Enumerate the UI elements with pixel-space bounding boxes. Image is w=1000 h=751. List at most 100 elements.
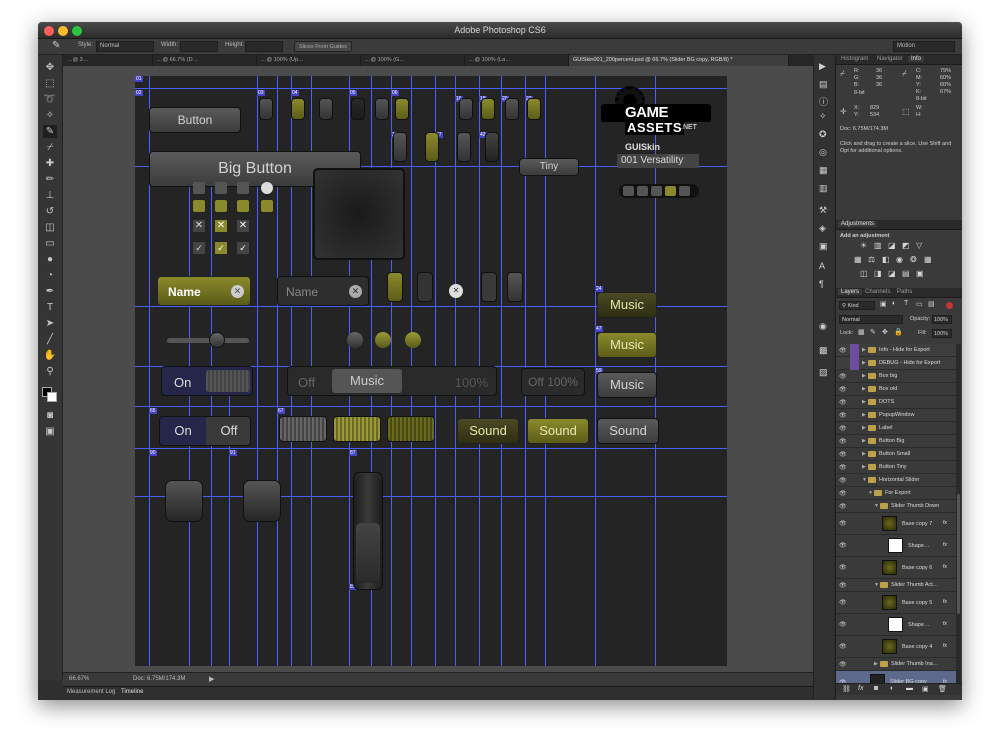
layer-row[interactable]: 👁 ▼ For Export (836, 487, 956, 500)
expand-arrow-icon[interactable]: ▶ (862, 438, 866, 444)
tab-document-4[interactable]: …@ 100% (G… (361, 55, 465, 66)
layer-row[interactable]: 👁 ▼ Slider Thumb Down (836, 500, 956, 513)
layer-row[interactable]: 👁 ▶ Button Big (836, 435, 956, 448)
new-adjustment-icon[interactable]: ◐ (890, 685, 894, 692)
visibility-eye-icon[interactable]: 👁 (839, 412, 847, 419)
eyedropper-tool-icon[interactable]: ⌿ (43, 141, 57, 154)
blur-tool-icon[interactable]: ● (43, 253, 57, 266)
background-color-swatch[interactable] (47, 392, 57, 402)
tab-document-3[interactable]: …@ 100% (Up… (257, 55, 361, 66)
hand-tool-icon[interactable]: ✋ (43, 349, 57, 362)
tab-timeline[interactable]: Timeline (121, 689, 143, 695)
visibility-eye-icon[interactable]: 👁 (839, 347, 847, 354)
visibility-eye-icon[interactable]: 👁 (839, 490, 847, 497)
hue-saturation-icon[interactable]: ▦ (854, 255, 862, 264)
document-canvas[interactable]: 01 02 03 04 05 06 16 18 20 22 35 37 42 5… (135, 76, 727, 666)
visibility-eye-icon[interactable]: 👁 (839, 582, 847, 589)
layer-row[interactable]: 👁 Base copy 5 fx (836, 592, 956, 614)
brush-tool-icon[interactable]: ✏ (43, 173, 57, 186)
link-layers-icon[interactable]: ⛓ (842, 685, 851, 693)
visibility-eye-icon[interactable]: 👁 (839, 503, 847, 510)
slice-label[interactable]: 05 (349, 90, 357, 96)
visibility-eye-icon[interactable]: 👁 (839, 621, 847, 628)
quick-mask-icon[interactable]: ◙ (43, 409, 57, 422)
play-icon[interactable]: ▶ (819, 61, 826, 72)
expand-arrow-icon[interactable]: ▶ (862, 373, 866, 379)
selective-color-icon[interactable]: ▣ (916, 269, 924, 278)
layers-scrollbar-thumb[interactable] (957, 494, 960, 614)
fx-icon[interactable]: fx (943, 520, 947, 526)
filter-shape-icon[interactable]: ▭ (916, 300, 923, 308)
lock-position-icon[interactable]: ✥ (882, 328, 888, 336)
horizontal-slider-track[interactable] (167, 338, 249, 343)
layer-row[interactable]: 👁 ▶ Box old (836, 383, 956, 396)
on-toggle[interactable]: On (161, 366, 253, 396)
layer-row[interactable]: 👁 ▼ Slider Thumb Act… (836, 579, 956, 592)
layer-filter-kind-select[interactable]: ⚲ Kind (839, 301, 875, 310)
layer-row[interactable]: 👁 Shape… fx (836, 614, 956, 636)
layer-row[interactable]: 👁 ▶ Slider Thumb Ina… (836, 658, 956, 671)
opacity-input[interactable]: 100% (932, 315, 952, 324)
move-tool-icon[interactable]: ✥ (43, 61, 57, 74)
tab-navigator[interactable]: Navigator (874, 56, 906, 62)
character-icon[interactable]: A (819, 261, 825, 271)
slice-label[interactable]: 06 (391, 90, 399, 96)
visibility-eye-icon[interactable]: 👁 (839, 599, 847, 606)
color-balance-icon[interactable]: ⚖ (868, 255, 875, 264)
channel-mixer-icon[interactable]: ❂ (910, 255, 917, 264)
notes-icon[interactable]: ▩ (819, 345, 828, 356)
exposure-icon[interactable]: ◩ (902, 241, 910, 250)
blend-mode-select[interactable]: Normal (839, 315, 903, 324)
tool-presets-icon[interactable]: ⚒ (819, 205, 827, 216)
sample-tiny-button[interactable]: Tiny (519, 158, 579, 176)
tab-histogram[interactable]: Histogram (838, 56, 871, 62)
fx-icon[interactable]: fx (943, 564, 947, 570)
tab-adjustments[interactable]: Adjustments (838, 221, 878, 227)
slice-label[interactable]: 03 (257, 90, 265, 96)
vibrance-icon[interactable]: ▽ (916, 241, 922, 250)
on-off-toggle-on[interactable]: On (160, 417, 206, 445)
fx-icon[interactable]: fx (943, 542, 947, 548)
invert-icon[interactable]: ◫ (860, 269, 868, 278)
slice-label[interactable]: 04 (291, 90, 299, 96)
on-off-toggle[interactable]: On Off (159, 416, 251, 446)
brightness-icon[interactable]: ☀ (860, 241, 867, 250)
slice-label[interactable]: 87 (349, 450, 357, 456)
fx-icon[interactable]: fx (943, 643, 947, 649)
paragraph-icon[interactable]: ¶ (819, 279, 824, 289)
layer-row[interactable]: 👁 Base copy 6 fx (836, 557, 956, 579)
visibility-eye-icon[interactable]: 👁 (839, 542, 847, 549)
add-style-icon[interactable]: fx (858, 685, 863, 692)
layer-row[interactable]: 👁 ▶ Button Tiny (836, 461, 956, 474)
tab-document-2[interactable]: …@ 66.7% (D… (153, 55, 257, 66)
fill-input[interactable]: 100% (932, 329, 952, 338)
filter-smart-object-icon[interactable]: ▤ (928, 300, 935, 308)
layer-row[interactable]: ▶ DEBUG - Hide for Export (836, 357, 956, 370)
clear-input-icon[interactable]: ✕ (349, 285, 362, 298)
music-button-1[interactable]: Music (597, 292, 657, 318)
histogram-icon[interactable]: ▤ (819, 79, 828, 90)
off-100-toggle[interactable]: Off 100% (521, 368, 585, 396)
layers-scrollbar[interactable] (956, 344, 961, 694)
color-lookup-icon[interactable]: ▦ (924, 255, 932, 264)
filter-pixel-icon[interactable]: ▣ (880, 300, 887, 308)
delete-layer-icon[interactable]: 🗑 (938, 685, 947, 693)
dodge-tool-icon[interactable]: ◔ (43, 269, 57, 282)
black-white-icon[interactable]: ◧ (882, 255, 890, 264)
curves-icon[interactable]: ◪ (888, 241, 896, 250)
clear-input-icon[interactable]: ✕ (231, 285, 244, 298)
clone-source-icon[interactable]: ✪ (819, 129, 827, 140)
properties-icon[interactable]: ▣ (819, 241, 828, 252)
slice-label[interactable]: 01 (135, 76, 143, 82)
tab-document-1[interactable]: …@ 3… (63, 55, 153, 66)
healing-brush-tool-icon[interactable]: ✚ (43, 157, 57, 170)
tab-layers[interactable]: Layers (838, 289, 863, 295)
timeline-icon[interactable]: ▨ (819, 367, 828, 378)
tab-document-active[interactable]: GUISkin001_200percent.psd @ 66.7% (Slide… (569, 55, 789, 66)
visibility-eye-icon[interactable]: 👁 (839, 451, 847, 458)
gradient-map-icon[interactable]: ▤ (902, 269, 910, 278)
brushes-icon[interactable]: ✧ (819, 111, 827, 122)
tab-measurement-log[interactable]: Measurement Log (67, 689, 115, 695)
tab-info[interactable]: Info (908, 56, 925, 62)
actions-icon[interactable]: ◈ (819, 223, 826, 234)
